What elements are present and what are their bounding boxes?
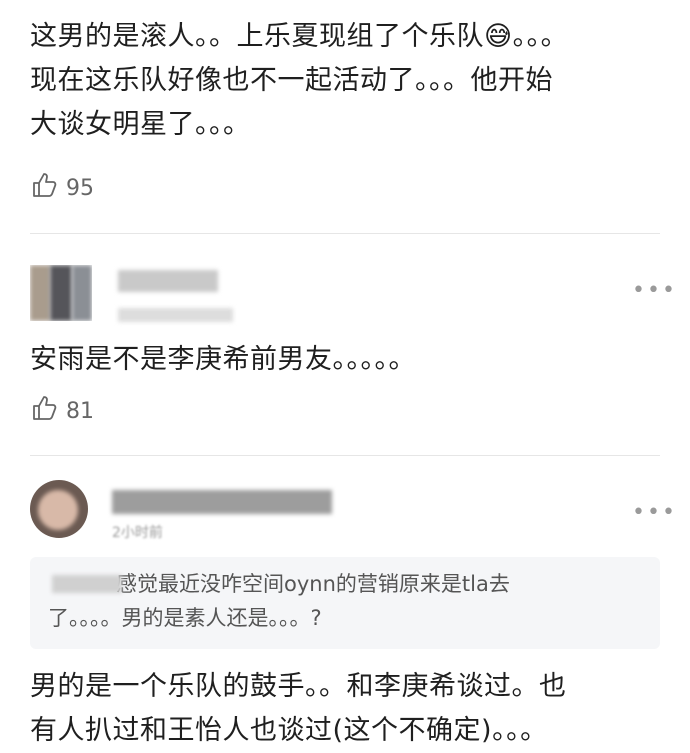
comment-3-username-blurred [112, 490, 332, 514]
comment-2-avatar[interactable] [30, 265, 92, 321]
quote-line-2: 了。。。。男的是素人还是。。。? [48, 606, 322, 630]
comment-2-like-count: 81 [66, 398, 94, 424]
comment-2-text: 安雨是不是李庚希前男友。。。。。 [30, 344, 416, 375]
divider-1 [30, 233, 660, 234]
comment-3-line-2: 有人扒过和王怡人也谈过(这个不确定)。。。 [30, 715, 548, 746]
quote-username-blurred [52, 575, 122, 593]
comment-3-line-1: 男的是一个乐队的鼓手。。和李庚希谈过。也 [30, 671, 567, 702]
comment-2-like-button[interactable]: 81 [30, 393, 94, 429]
divider-2 [30, 455, 660, 456]
comment-1-like-button[interactable]: 95 [30, 170, 94, 206]
comment-3-quote: 感觉最近没咋空间oynn的营销原来是tla去 了。。。。男的是素人还是。。。? [30, 557, 660, 649]
thumbs-up-icon [30, 170, 60, 206]
comment-2-meta-blurred [118, 308, 233, 322]
comment-3-time: 2小时前 [112, 525, 163, 541]
thumbs-up-icon [30, 393, 60, 429]
comment-1-line-2: 现在这乐队好像也不一起活动了。。。他开始 [30, 65, 553, 96]
comment-1-line-3: 大谈女明星了。。。 [30, 109, 251, 140]
quote-line-1: 感觉最近没咋空间oynn的营销原来是tla去 [116, 572, 510, 596]
comment-1-text: 这男的是滚人。。上乐夏现组了个乐队😅。。。 现在这乐队好像也不一起活动了。。。他… [30, 15, 670, 147]
comment-1-like-count: 95 [66, 175, 94, 201]
comment-3-text: 男的是一个乐队的鼓手。。和李庚希谈过。也 有人扒过和王怡人也谈过(这个不确定)。… [30, 665, 670, 753]
comment-2-username-blurred [118, 270, 218, 292]
comment-2-more-icon[interactable]: ••• [632, 278, 677, 303]
comment-3-more-icon[interactable]: ••• [632, 500, 677, 525]
comment-1-line-1: 这男的是滚人。。上乐夏现组了个乐队😅。。。 [30, 21, 569, 52]
comment-3-avatar[interactable] [30, 480, 88, 538]
